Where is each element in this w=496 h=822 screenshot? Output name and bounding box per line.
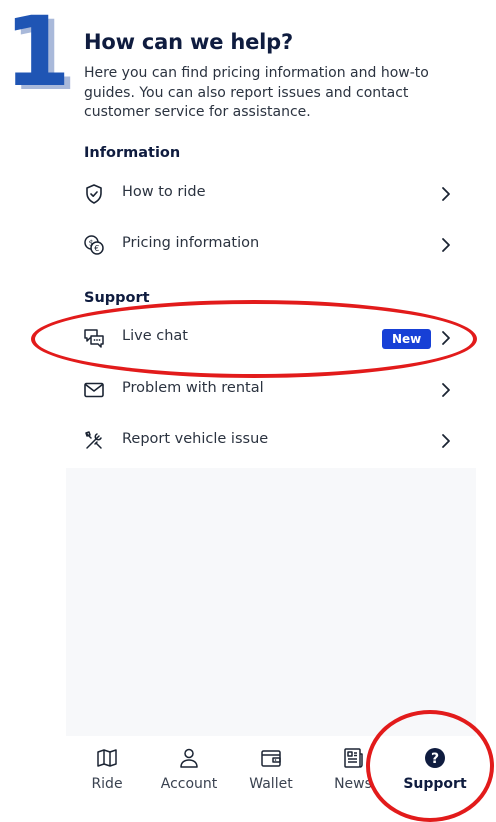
menu-item-pricing-information[interactable]: $ € Pricing information [66, 219, 476, 271]
new-badge: New [382, 329, 432, 349]
section-heading-information: Information [84, 145, 181, 161]
svg-text:?: ? [431, 751, 439, 767]
wallet-icon [259, 746, 283, 770]
menu-item-label: How to ride [122, 184, 206, 200]
menu-item-label: Pricing information [122, 235, 260, 251]
svg-text:€: € [94, 244, 99, 253]
menu-item-how-to-ride[interactable]: How to ride [66, 168, 476, 220]
step-number-annotation: 1 [4, 0, 71, 108]
question-circle-icon: ? [423, 746, 447, 770]
person-icon [177, 746, 201, 770]
newspaper-icon [341, 746, 365, 770]
menu-item-label: Live chat [122, 328, 188, 344]
nav-label: Ride [91, 776, 123, 792]
nav-label: Support [403, 776, 467, 792]
chevron-right-icon [438, 378, 454, 402]
chat-bubbles-icon [82, 326, 106, 350]
menu-item-report-vehicle-issue[interactable]: Report vehicle issue [66, 415, 476, 467]
empty-content-area [66, 468, 476, 736]
nav-label: Wallet [249, 776, 293, 792]
page-subtitle: Here you can find pricing information an… [84, 65, 429, 120]
nav-item-news[interactable]: News [312, 736, 394, 822]
nav-label: News [334, 776, 372, 792]
currency-exchange-icon: $ € [82, 233, 106, 257]
chevron-right-icon [438, 182, 454, 206]
bottom-navigation: Ride Account Wallet News ? Support [66, 736, 476, 822]
envelope-icon [82, 378, 106, 402]
menu-item-label: Report vehicle issue [122, 431, 269, 447]
nav-item-support[interactable]: ? Support [394, 736, 476, 822]
tools-icon [82, 429, 106, 453]
chevron-right-icon [438, 326, 454, 350]
menu-item-label: Problem with rental [122, 380, 264, 396]
chevron-right-icon [438, 429, 454, 453]
menu-item-live-chat[interactable]: Live chat New [66, 312, 476, 364]
nav-item-wallet[interactable]: Wallet [230, 736, 312, 822]
nav-item-ride[interactable]: Ride [66, 736, 148, 822]
section-heading-support: Support [84, 290, 150, 306]
menu-item-problem-with-rental[interactable]: Problem with rental [66, 364, 476, 416]
nav-label: Account [160, 776, 218, 792]
nav-item-account[interactable]: Account [148, 736, 230, 822]
svg-text:$: $ [89, 239, 94, 248]
shield-check-icon [82, 182, 106, 206]
map-icon [95, 746, 119, 770]
page-title: How can we help? [84, 30, 293, 54]
chevron-right-icon [438, 233, 454, 257]
